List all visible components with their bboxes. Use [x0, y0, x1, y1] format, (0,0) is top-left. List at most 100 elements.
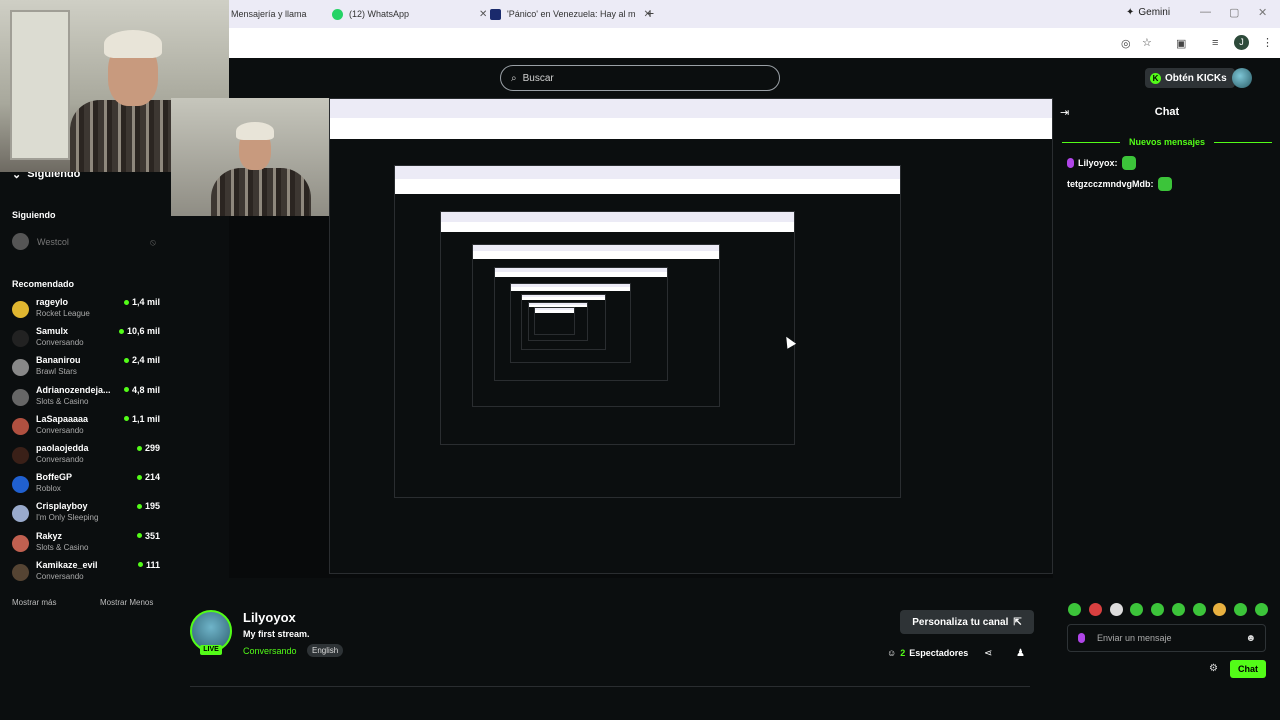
gear-icon[interactable]: ⚙	[1209, 663, 1218, 674]
following-title: Siguiendo	[12, 210, 56, 220]
nested-toolbar	[521, 297, 605, 300]
channel-category: Roblox	[36, 484, 61, 494]
more-menu-icon[interactable]: ⋮	[1262, 36, 1273, 49]
channel-category: Rocket League	[36, 309, 90, 318]
whatsapp-icon	[332, 8, 343, 20]
emote-icon[interactable]	[1192, 603, 1206, 616]
chat-username[interactable]: Lilyoyox:	[1078, 158, 1118, 168]
divider	[190, 686, 1030, 687]
sidebar-item-recommended[interactable]: Bananirou Brawl Stars 2,4 mil	[12, 355, 160, 383]
emote-icon[interactable]	[1088, 603, 1102, 616]
sidebar-panel-icon[interactable]: ▣	[1176, 37, 1186, 50]
emote-icon[interactable]	[1130, 603, 1144, 616]
search-input[interactable]: ⌕ Buscar	[500, 65, 780, 91]
collapse-chat-icon[interactable]: ⇥	[1060, 106, 1069, 119]
minimize-icon[interactable]: —	[1200, 6, 1211, 18]
get-kicks-button[interactable]: K Obtén KICKs	[1145, 68, 1235, 88]
nested-toolbar	[440, 221, 794, 232]
avatar	[12, 447, 29, 464]
sidebar-item-recommended[interactable]: Adrianozendeja... Slots & Casino 4,8 mil	[12, 385, 160, 413]
nested-toolbar	[330, 118, 1052, 139]
channel-name: Kamikaze_evil	[36, 559, 98, 570]
streamer-name[interactable]: Lilyoyox	[243, 610, 296, 625]
viewers-icon: ☺	[887, 648, 897, 658]
microphone-icon	[1078, 633, 1085, 643]
channel-name: BoffeGP	[36, 472, 72, 483]
avatar	[12, 563, 29, 581]
sidebar-item-recommended[interactable]: LaSapaaaaa Conversando 1,1 mil	[12, 414, 160, 442]
emote-icon[interactable]	[1171, 603, 1185, 616]
sidebar-item-recommended[interactable]: Rakyz Slots & Casino 351	[12, 531, 160, 559]
live-dot-icon	[136, 474, 142, 480]
sidebar-item-recommended[interactable]: Samulx Conversando 10,6 mil	[12, 326, 160, 354]
chat-message: Lilyoyox:	[1067, 156, 1136, 170]
avatar	[12, 476, 29, 494]
live-dot-icon	[137, 562, 143, 568]
avatar	[12, 233, 29, 250]
tab-label: 'Pánico' en Venezuela: Hay al m	[507, 9, 636, 19]
gemini-button[interactable]: ✦ Gemini	[1126, 7, 1170, 18]
channel-category: Conversando	[36, 425, 84, 435]
emote-icon[interactable]	[1109, 603, 1123, 616]
tab-whatsapp[interactable]: (12) WhatsApp ✕	[332, 0, 487, 28]
avatar	[12, 330, 29, 348]
show-more-button[interactable]: Mostrar más	[12, 598, 56, 607]
user-avatar[interactable]	[1232, 68, 1252, 88]
emoji-icon[interactable]: ☻	[1245, 633, 1256, 644]
chat-message-input[interactable]: Enviar un mensaje ☻	[1067, 624, 1266, 652]
new-messages-divider: Nuevos mensajes	[1062, 137, 1272, 147]
emote-icon[interactable]	[1213, 603, 1227, 616]
chat-message: tetgzcczmndvgMdb:	[1067, 177, 1172, 191]
tab-close-icon[interactable]: ✕	[479, 9, 487, 20]
profile-avatar[interactable]: J	[1234, 35, 1249, 50]
live-dot-icon	[118, 328, 124, 334]
viewer-count: 299	[136, 443, 160, 453]
tab-mensajeria[interactable]: Mensajería y llama ✕	[231, 0, 343, 28]
sidebar-item-recommended[interactable]: Kamikaze_evil Conversando 111	[12, 560, 160, 588]
bookmark-star-icon[interactable]: ☆	[1142, 36, 1152, 49]
avatar	[12, 417, 29, 435]
stream-video-player[interactable]	[229, 98, 1053, 578]
live-badge: LIVE	[200, 645, 222, 655]
channel-name: Rakyz	[36, 530, 63, 541]
channel-name: paolaojedda	[36, 443, 89, 453]
eye-off-icon[interactable]: ◎	[1121, 37, 1131, 50]
nested-toolbar	[510, 286, 631, 291]
stream-category[interactable]: Conversando	[243, 646, 297, 656]
sidebar-item-recommended[interactable]: paolaojedda Conversando 299	[12, 443, 160, 471]
nested-tab-bar	[395, 165, 900, 179]
stream-title: My first stream.	[243, 629, 310, 639]
close-window-icon[interactable]: ✕	[1258, 6, 1267, 19]
kick-coin-icon: K	[1150, 72, 1161, 84]
emote-icon[interactable]	[1151, 603, 1165, 616]
new-tab-icon[interactable]: +	[646, 5, 654, 21]
live-dot-icon	[123, 416, 129, 422]
emote-icon[interactable]	[1068, 603, 1081, 616]
channel-name: Adrianozendeja...	[36, 384, 111, 395]
emote-icon[interactable]	[1234, 603, 1248, 616]
news-favicon-icon	[490, 8, 501, 20]
show-less-button[interactable]: Mostrar Menos	[100, 598, 153, 607]
channel-category: I'm Only Sleeping	[36, 513, 99, 523]
tab-news[interactable]: 'Pánico' en Venezuela: Hay al m ✕	[490, 0, 652, 28]
live-dot-icon	[136, 503, 142, 509]
sidebar-item-westcol[interactable]: Westcol	[12, 233, 69, 250]
sidebar-item-recommended[interactable]: BoffeGP Roblox 214	[12, 472, 160, 500]
live-dot-icon	[123, 299, 129, 305]
emote-icon[interactable]	[1254, 603, 1268, 616]
extensions-icon[interactable]: ≡	[1212, 37, 1218, 49]
language-tag[interactable]: English	[307, 644, 344, 657]
avatar	[12, 388, 29, 406]
nested-toolbar	[395, 178, 900, 194]
chat-input-placeholder: Enviar un mensaje	[1097, 633, 1172, 643]
customize-channel-button[interactable]: Personaliza tu canal ⇱	[900, 610, 1034, 634]
channel-category: Slots & Casino	[36, 542, 89, 552]
share-icon[interactable]: ⋖	[984, 648, 992, 659]
chat-username[interactable]: tetgzcczmndvgMdb:	[1067, 179, 1154, 189]
sidebar-item-recommended[interactable]: Crisplayboy I'm Only Sleeping 195	[12, 501, 160, 529]
send-chat-button[interactable]: Chat	[1230, 660, 1266, 678]
gemini-icon: ✦	[1126, 7, 1135, 18]
sidebar-item-recommended[interactable]: rageylo Rocket League 1,4 mil	[12, 297, 160, 325]
maximize-icon[interactable]: ▢	[1229, 6, 1239, 19]
follow-user-icon[interactable]: ♟	[1016, 648, 1025, 659]
